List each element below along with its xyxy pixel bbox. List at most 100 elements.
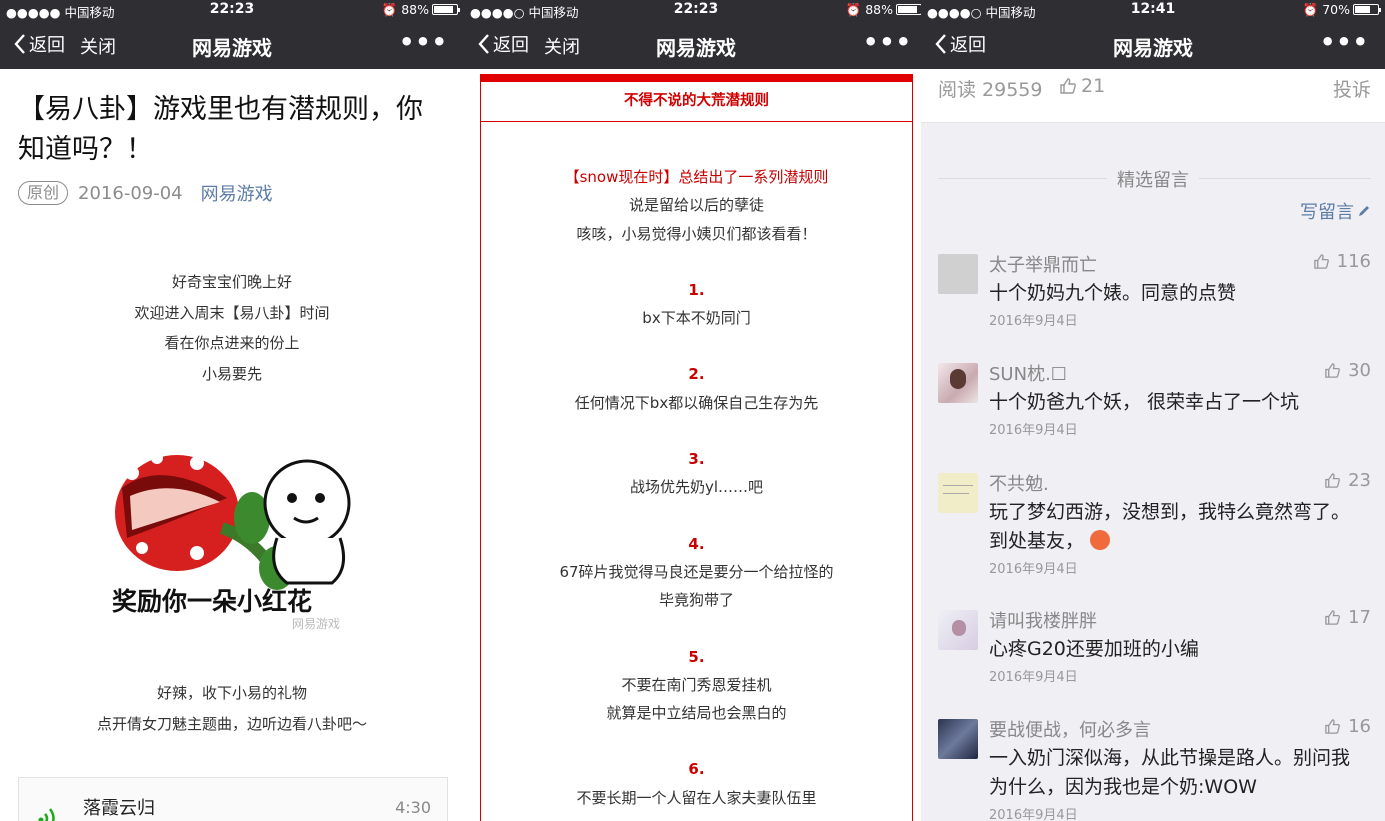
- comment-date: 2016年9月4日: [989, 808, 1078, 821]
- nav-title: 网易游戏: [192, 36, 272, 60]
- featured-comments-heading: 精选留言: [921, 166, 1385, 192]
- comment-like-count: 17: [1348, 607, 1371, 628]
- intro-line: 欢迎进入周末【易八卦】时间: [134, 303, 330, 322]
- comment-like-count: 16: [1348, 716, 1371, 737]
- comments-panel-right: ●●●●○ 中国移动 12:41 ⏰ 70% 返回 网易游戏 ••• 阅读 29…: [921, 0, 1385, 821]
- comment-like-button[interactable]: 23: [1324, 470, 1371, 491]
- article-title: 【易八卦】游戏里也有潜规则，你知道吗？！: [18, 94, 423, 165]
- status-bar: ●●●●● 中国移动 22:23 ⏰ 88%: [0, 0, 464, 20]
- rule-number: 5.: [688, 647, 705, 666]
- thumbs-up-icon: [1313, 254, 1329, 269]
- comment-like-count: 23: [1348, 470, 1371, 491]
- close-button[interactable]: 关闭: [544, 33, 580, 59]
- lead-line: 说是留给以后的孽徒: [628, 196, 764, 215]
- article-like-count: 21: [1081, 75, 1106, 97]
- battery-icon: [1353, 4, 1381, 15]
- rule-line: 不要长期一个人留在人家夫妻队伍里: [576, 788, 817, 807]
- comment-text: 十个奶爸九个妖， 很荣幸占了一个坑: [989, 388, 1369, 417]
- song-duration: 4:30: [395, 798, 431, 817]
- publish-date: 2016-09-04: [78, 182, 183, 204]
- status-bar: ●●●●○ 中国移动 12:41 ⏰ 70%: [921, 0, 1385, 20]
- comment-like-button[interactable]: 116: [1313, 251, 1371, 272]
- rules-box: 不得不说的大荒潜规则 【snow现在时】总结出了一系列潜规则 说是留给以后的孽徒…: [480, 74, 913, 821]
- write-comment-label: 写留言: [1300, 202, 1354, 223]
- report-link[interactable]: 投诉: [1333, 75, 1371, 102]
- nav-bar: 返回 网易游戏 •••: [921, 20, 1385, 69]
- back-button[interactable]: 返回: [478, 31, 529, 57]
- thumbs-up-icon: [1325, 610, 1340, 625]
- rule-line: 任何情况下bx都以确保自己生存为先: [574, 393, 819, 412]
- sticker-watermark: 网易游戏: [292, 617, 340, 631]
- avatar[interactable]: [938, 610, 978, 650]
- avatar[interactable]: [938, 363, 978, 403]
- chevron-left-icon: [478, 34, 489, 54]
- article-stats-bar: 阅读 29559 21 投诉: [921, 69, 1385, 123]
- comment-date: 2016年9月4日: [989, 562, 1078, 577]
- back-label: 返回: [29, 35, 65, 56]
- comment-nickname: SUN枕.☐: [989, 364, 1067, 385]
- article-like-button[interactable]: 21: [1059, 75, 1105, 97]
- rule-number: 3.: [688, 450, 705, 469]
- sticker-image: 奖励你一朵小红花 网易游戏: [102, 418, 367, 638]
- status-bar: ●●●●○ 中国移动 22:23 ⏰ 88%: [464, 0, 928, 20]
- more-icon[interactable]: •••: [863, 28, 912, 56]
- more-icon[interactable]: •••: [1320, 28, 1369, 56]
- comment-text-line: 到处基友，: [989, 530, 1085, 552]
- comment-like-button[interactable]: 17: [1324, 607, 1371, 628]
- rule-number: 2.: [688, 365, 705, 384]
- comment-like-count: 116: [1336, 251, 1371, 272]
- comment-text: 一入奶门深似海，从此节操是路人。别问我 为什么，因为我也是个奶:WOW: [989, 744, 1369, 802]
- comment-date: 2016年9月4日: [989, 314, 1078, 329]
- comment-date: 2016年9月4日: [989, 670, 1078, 685]
- comment-date: 2016年9月4日: [989, 423, 1078, 438]
- nav-title: 网易游戏: [656, 36, 736, 60]
- comment-text-line: 心疼G20还要加班的小编: [989, 638, 1199, 660]
- rule-line: 不要在南门秀恩爱挂机: [621, 675, 772, 694]
- alarm-icon: ⏰: [845, 2, 866, 17]
- rule-number: 1.: [688, 280, 705, 299]
- comment-like-button[interactable]: 30: [1324, 360, 1371, 381]
- more-icon[interactable]: •••: [399, 28, 448, 56]
- outro-line: 点开倩女刀魅主题曲，边听边看八卦吧～: [96, 714, 367, 733]
- rules-list: 【snow现在时】总结出了一系列潜规则 说是留给以后的孽徒 咳咳，小易觉得小姨贝…: [481, 163, 912, 812]
- comment-nickname: 要战便战，何必多言: [989, 720, 1151, 741]
- comment-text: 十个奶妈九个婊。同意的点赞: [989, 279, 1369, 308]
- comment-text-line: 一入奶门深似海，从此节操是路人。别问我: [989, 747, 1351, 769]
- back-label: 返回: [950, 35, 986, 56]
- rules-box-title: 不得不说的大荒潜规则: [481, 82, 912, 122]
- back-button[interactable]: 返回: [935, 31, 986, 57]
- account-link[interactable]: 网易游戏: [201, 180, 273, 206]
- comment-text-line: 玩了梦幻西游，没想到，我特么竟然弯了。: [989, 501, 1351, 523]
- nav-bar: 返回 关闭 网易游戏 •••: [0, 20, 464, 69]
- rule-line: 就算是中立结局也会黑白的: [606, 704, 787, 723]
- nav-title: 网易游戏: [1113, 36, 1193, 60]
- rule-line: 67碎片我觉得马良还是要分一个给拉怪的: [559, 562, 834, 581]
- thumbs-up-icon: [1060, 78, 1076, 94]
- avatar[interactable]: [938, 719, 978, 759]
- rule-line: bx下本不奶同门: [642, 309, 751, 328]
- read-count: 阅读 29559: [938, 79, 1043, 101]
- close-button[interactable]: 关闭: [80, 33, 116, 59]
- comment-like-button[interactable]: 16: [1324, 716, 1371, 737]
- rule-line: 战场优先奶yl……吧: [629, 478, 764, 497]
- write-comment-button[interactable]: 写留言: [1300, 198, 1371, 224]
- outro-text: 好辣，收下小易的礼物 点开倩女刀魅主题曲，边听边看八卦吧～: [0, 678, 464, 739]
- battery-indicator: ⏰ 88%: [845, 2, 924, 18]
- chevron-left-icon: [14, 34, 25, 54]
- rule-number: 6.: [688, 760, 705, 779]
- back-button[interactable]: 返回: [14, 31, 65, 57]
- thumbs-up-icon: [1325, 363, 1340, 378]
- chevron-left-icon: [935, 34, 946, 54]
- alarm-icon: ⏰: [381, 2, 402, 17]
- comment-text: 玩了梦幻西游，没想到，我特么竟然弯了。 到处基友，: [989, 498, 1369, 556]
- thumbs-up-icon: [1325, 719, 1340, 734]
- comment-text: 心疼G20还要加班的小编: [989, 635, 1369, 664]
- back-label: 返回: [493, 35, 529, 56]
- meme-face: [263, 459, 351, 585]
- comment-text-line: 十个奶妈九个婊。同意的点赞: [989, 282, 1237, 304]
- music-player[interactable]: 落霞云归 4:30: [18, 777, 448, 821]
- rule-line: 毕竟狗带了: [658, 591, 734, 610]
- battery-percent: 88%: [865, 2, 893, 17]
- avatar[interactable]: [938, 254, 978, 294]
- avatar[interactable]: [938, 473, 978, 513]
